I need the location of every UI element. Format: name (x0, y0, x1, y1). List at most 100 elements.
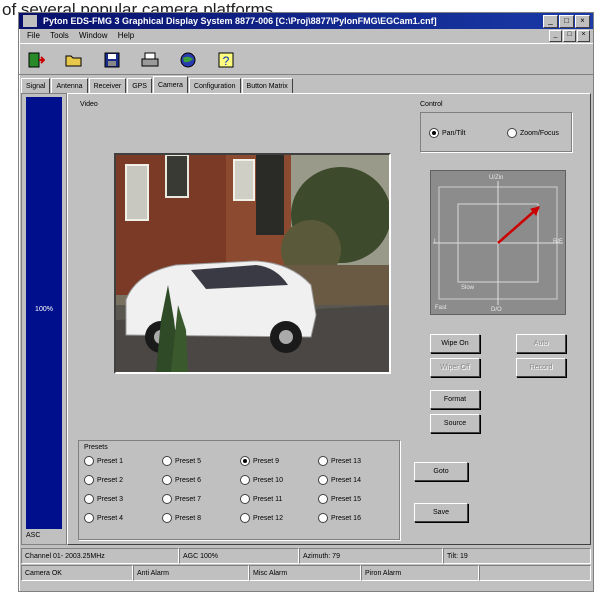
preset-option[interactable]: Preset 1 (84, 456, 123, 466)
minimize-button[interactable]: _ (543, 15, 558, 28)
preset-option[interactable]: Preset 5 (162, 456, 201, 466)
preset-option[interactable]: Preset 2 (84, 475, 123, 485)
preset-radio[interactable] (240, 456, 250, 466)
preset-label: Preset 13 (331, 457, 361, 465)
preset-option[interactable]: Preset 10 (240, 475, 283, 485)
mode-zoom-focus-label: Zoom/Focus (520, 129, 559, 137)
save-disk-icon[interactable] (101, 49, 123, 71)
print-icon[interactable] (139, 49, 161, 71)
tab-signal[interactable]: Signal (21, 78, 51, 94)
mode-pan-tilt-option[interactable]: Pan/Tilt (429, 128, 465, 138)
mode-zoom-focus-option[interactable]: Zoom/Focus (507, 128, 559, 138)
tab-gps[interactable]: GPS (127, 78, 152, 94)
tab-receiver[interactable]: Receiver (88, 78, 127, 94)
toolbar: ? (19, 43, 593, 75)
presets-grid: Preset 1 Preset 2 Preset 3 Preset 4 Preset 5… (84, 456, 394, 536)
preset-option[interactable]: Preset 8 (162, 513, 201, 523)
mdi-controls: _ □ × (549, 30, 590, 42)
menu-tools[interactable]: Tools (50, 31, 69, 40)
video-feed (114, 153, 391, 374)
ptz-right-label: R/F (553, 239, 563, 245)
format-button[interactable]: Format (430, 390, 480, 409)
preset-option[interactable]: Preset 12 (240, 513, 283, 523)
mode-zoom-focus-radio[interactable] (507, 128, 517, 138)
preset-option[interactable]: Preset 16 (318, 513, 361, 523)
status-row-1: Channel 01- 2003.25MHz AGC 100% Azimuth:… (19, 548, 593, 564)
preset-label: Preset 3 (97, 495, 124, 503)
status-azimuth: Azimuth: 79 (299, 548, 443, 564)
exit-icon[interactable] (25, 49, 47, 71)
app-icon (23, 15, 37, 27)
wiper-off-button[interactable]: Wiper Off (430, 358, 480, 377)
mdi-restore-button[interactable]: □ (563, 30, 576, 42)
preset-option[interactable]: Preset 6 (162, 475, 201, 485)
preset-option[interactable]: Preset 13 (318, 456, 361, 466)
status-anti-alarm: Anti Alarm (133, 565, 249, 581)
preset-radio[interactable] (162, 475, 172, 485)
video-group-label: Video (80, 101, 98, 108)
presets-group-label: Presets (84, 444, 108, 451)
preset-radio[interactable] (84, 494, 94, 504)
preset-option[interactable]: Preset 14 (318, 475, 361, 485)
tab-antenna[interactable]: Antenna (51, 78, 88, 94)
pan-tilt-pad[interactable]: U/Zin D/O L R/F Slow Fast (430, 170, 566, 315)
window-controls: _ □ × (543, 15, 590, 28)
goto-button[interactable]: Goto (414, 462, 468, 481)
close-button[interactable]: × (575, 15, 590, 28)
ptz-top-label: U/Zin (489, 175, 504, 181)
menu-window[interactable]: Window (79, 31, 107, 40)
globe-icon[interactable] (177, 49, 199, 71)
maximize-button[interactable]: □ (559, 15, 574, 28)
tab-strip: Signal Antenna Receiver GPS Camera Confi… (21, 76, 294, 94)
tab-camera[interactable]: Camera (152, 76, 188, 94)
title-bar: Pyton EDS-FMG 3 Graphical Display System… (19, 13, 593, 29)
save-preset-button[interactable]: Save (414, 503, 468, 522)
preset-option[interactable]: Preset 9 (240, 456, 279, 466)
preset-radio[interactable] (84, 513, 94, 523)
wipe-on-button[interactable]: Wipe On (430, 334, 480, 353)
auto-button[interactable]: Auto (516, 334, 566, 353)
preset-radio[interactable] (84, 456, 94, 466)
preset-option[interactable]: Preset 4 (84, 513, 123, 523)
source-button[interactable]: Source (430, 414, 480, 433)
preset-radio[interactable] (240, 475, 250, 485)
status-agc: AGC 100% (179, 548, 299, 564)
preset-radio[interactable] (318, 513, 328, 523)
status-piron-alarm: Piron Alarm (361, 565, 479, 581)
preset-label: Preset 2 (97, 476, 124, 484)
mdi-minimize-button[interactable]: _ (549, 30, 562, 42)
status-channel: Channel 01- 2003.25MHz (21, 548, 179, 564)
preset-label: Preset 9 (253, 457, 280, 465)
preset-option[interactable]: Preset 7 (162, 494, 201, 504)
mode-pan-tilt-radio[interactable] (429, 128, 439, 138)
tab-button-matrix[interactable]: Button Matrix (241, 78, 293, 94)
record-button[interactable]: Record (516, 358, 566, 377)
mdi-close-button[interactable]: × (577, 30, 590, 42)
preset-radio[interactable] (162, 456, 172, 466)
preset-option[interactable]: Preset 15 (318, 494, 361, 504)
help-icon[interactable]: ? (215, 49, 237, 71)
preset-radio[interactable] (84, 475, 94, 485)
preset-radio[interactable] (240, 513, 250, 523)
menu-help[interactable]: Help (118, 31, 134, 40)
preset-label: Preset 4 (97, 514, 124, 522)
preset-label: Preset 16 (331, 514, 361, 522)
preset-option[interactable]: Preset 3 (84, 494, 123, 504)
preset-radio[interactable] (318, 456, 328, 466)
signal-panel: 100% ASC (21, 93, 67, 545)
preset-option[interactable]: Preset 11 (240, 494, 282, 504)
preset-radio[interactable] (162, 494, 172, 504)
preset-radio[interactable] (318, 475, 328, 485)
tab-configuration[interactable]: Configuration (188, 78, 241, 94)
status-tilt: Tilt: 19 (443, 548, 591, 564)
preset-radio[interactable] (240, 494, 250, 504)
pan-tilt-joystick[interactable] (431, 171, 565, 314)
preset-label: Preset 1 (97, 457, 124, 465)
preset-radio[interactable] (162, 513, 172, 523)
open-folder-icon[interactable] (63, 49, 85, 71)
menu-file[interactable]: File (27, 31, 40, 40)
mode-pan-tilt-label: Pan/Tilt (442, 129, 466, 137)
preset-label: Preset 7 (175, 495, 202, 503)
preset-radio[interactable] (318, 494, 328, 504)
status-row-2: Camera OK Anti Alarm Misc Alarm Piron Al… (19, 565, 593, 581)
